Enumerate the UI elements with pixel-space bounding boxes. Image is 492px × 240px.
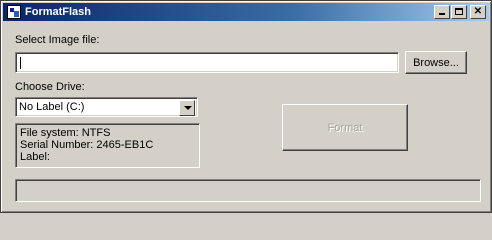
dropdown-arrow-icon — [184, 106, 192, 110]
drive-select[interactable]: No Label (C:) — [15, 97, 198, 117]
volume-label-text: Label: — [20, 151, 50, 163]
progress-bar — [15, 179, 481, 202]
format-button[interactable]: Format — [282, 104, 408, 151]
file-system-text: File system: NTFS — [20, 127, 111, 139]
close-button[interactable]: ✕ — [470, 5, 486, 19]
minimize-icon — [439, 13, 445, 15]
browse-button[interactable]: Browse... — [405, 51, 467, 74]
minimize-button[interactable] — [434, 5, 450, 19]
drive-dropdown-button[interactable] — [179, 100, 195, 116]
text-caret — [20, 57, 21, 69]
choose-drive-label: Choose Drive: — [15, 81, 85, 93]
window-title: FormatFlash — [25, 6, 92, 18]
app-icon — [7, 5, 21, 19]
serial-number-text: Serial Number: 2465-EB1C — [20, 139, 154, 151]
close-icon: ✕ — [473, 6, 483, 17]
maximize-icon — [455, 8, 463, 15]
window-controls: ✕ — [433, 5, 486, 19]
drive-info-panel: File system: NTFS Serial Number: 2465-EB… — [15, 123, 200, 168]
main-window: FormatFlash ✕ Select Image file: Browse.… — [0, 0, 492, 213]
maximize-button[interactable] — [451, 5, 467, 19]
image-file-input[interactable] — [15, 52, 399, 73]
drive-selected-value: No Label (C:) — [19, 101, 85, 113]
select-image-label: Select Image file: — [15, 34, 100, 46]
title-bar[interactable]: FormatFlash ✕ — [3, 3, 489, 21]
